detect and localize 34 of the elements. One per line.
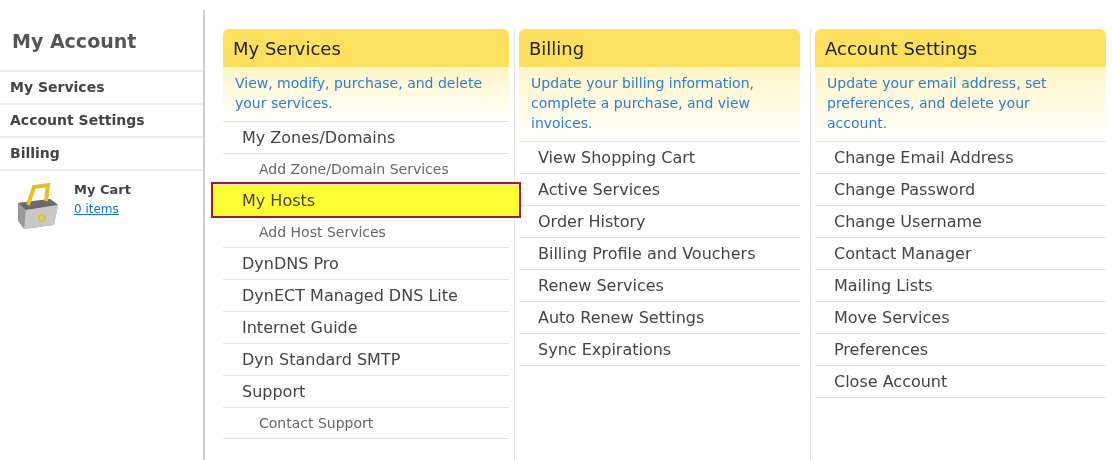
menu-link[interactable]: Active Services [519,173,800,205]
menu-link[interactable]: Move Services [815,301,1106,333]
panel-header: Billing [519,29,800,67]
menu-link[interactable]: Change Password [815,173,1106,205]
menu-link[interactable]: Renew Services [519,269,800,301]
menu-link[interactable]: Close Account [815,365,1106,397]
menu-link[interactable]: My Zones/Domains [223,121,509,153]
menu-link[interactable]: Contact Manager [815,237,1106,269]
panel-header: Account Settings [815,29,1106,67]
menu-link[interactable]: Sync Expirations [519,333,800,365]
menu-link[interactable]: Billing Profile and Vouchers [519,237,800,269]
menu-link[interactable]: Change Email Address [815,141,1106,173]
menu-link[interactable]: DynDNS Pro [223,247,509,279]
menu-link[interactable]: Dyn Standard SMTP [223,343,509,375]
sidebar-link[interactable]: Account Settings [0,103,203,136]
menu-link[interactable]: Change Username [815,205,1106,237]
menu-link[interactable]: View Shopping Cart [519,141,800,173]
menu-link[interactable]: Contact Support [223,407,509,438]
menu-link[interactable]: Support [223,375,509,407]
sidebar-link[interactable]: My Services [0,70,203,103]
menu-link[interactable]: Order History [519,205,800,237]
menu-link[interactable]: Auto Renew Settings [519,301,800,333]
sidebar-title: My Account [11,29,138,54]
cart-items-link[interactable]: 0 items [74,199,131,218]
menu-link[interactable]: Add Host Services [223,216,509,247]
cart-label: My Cart [74,181,131,200]
menu-link[interactable]: Mailing Lists [815,269,1106,301]
menu-link[interactable]: Preferences [815,333,1106,365]
menu-link[interactable]: My Hosts [213,184,519,216]
panel-description: View, modify, purchase, and delete your services. [223,67,509,121]
panel-header: My Services [223,29,509,67]
sidebar-link[interactable]: Billing [0,136,203,169]
menu-link[interactable]: Internet Guide [223,311,509,343]
menu-link[interactable]: DynECT Managed DNS Lite [223,279,509,311]
